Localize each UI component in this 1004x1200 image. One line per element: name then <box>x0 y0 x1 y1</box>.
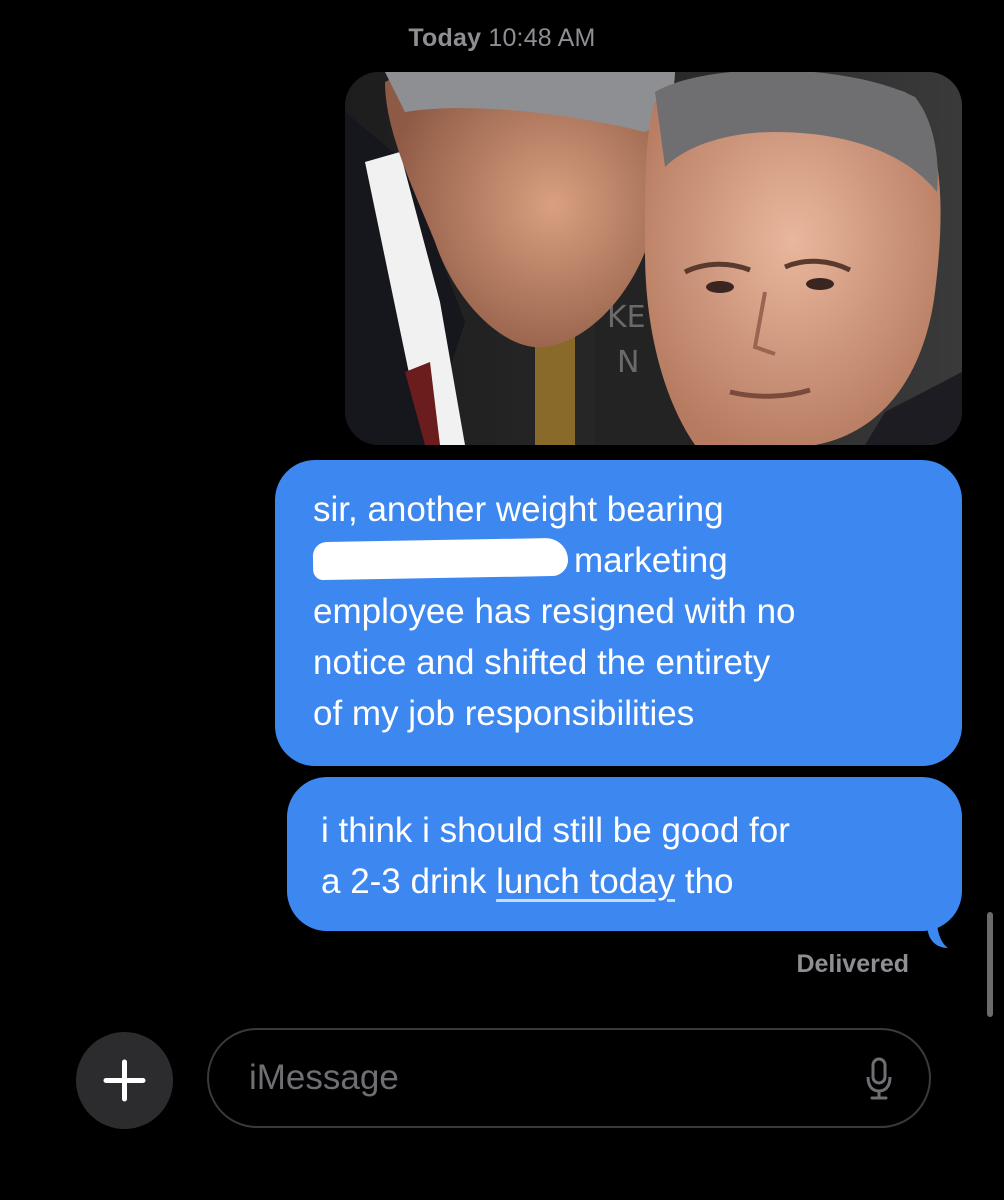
message-text-line: notice and shifted the entirety <box>313 643 771 682</box>
plus-icon <box>103 1059 146 1102</box>
imessage-input[interactable]: iMessage <box>207 1028 931 1128</box>
message-text-line: marketing <box>312 535 934 586</box>
message-text-fragment: a 2-3 drink <box>321 862 497 901</box>
message-bubble-outgoing[interactable]: i think i should still be good for a 2-3… <box>287 777 962 931</box>
timestamp-day: Today <box>408 24 482 52</box>
message-text-fragment: marketing <box>574 541 728 580</box>
microphone-icon[interactable] <box>865 1057 893 1101</box>
imessage-placeholder: iMessage <box>249 1058 399 1097</box>
add-attachment-button[interactable] <box>76 1032 173 1129</box>
thread-timestamp: Today 10:48 AM <box>0 24 1004 53</box>
message-text-line: a 2-3 drink lunch today tho <box>321 856 932 907</box>
message-text-line: of my job responsibilities <box>313 694 695 733</box>
photo-attachment: KE N <box>345 72 962 445</box>
svg-text:N: N <box>617 345 639 380</box>
message-text-line: i think i should still be good for <box>321 811 790 850</box>
detected-date-link[interactable]: lunch today <box>496 862 675 901</box>
scrollbar[interactable] <box>987 912 993 1017</box>
timestamp-time: 10:48 AM <box>488 24 596 52</box>
message-text-fragment: tho <box>675 862 734 901</box>
message-text-line: sir, another weight bearing <box>313 490 724 529</box>
delivered-status: Delivered <box>796 950 909 978</box>
redaction-scribble <box>312 537 569 581</box>
bubble-tail <box>926 904 948 948</box>
image-message[interactable]: KE N <box>345 72 962 445</box>
message-bubble-outgoing[interactable]: sir, another weight bearing marketing em… <box>275 460 962 766</box>
message-text-line: employee has resigned with no <box>313 592 796 631</box>
